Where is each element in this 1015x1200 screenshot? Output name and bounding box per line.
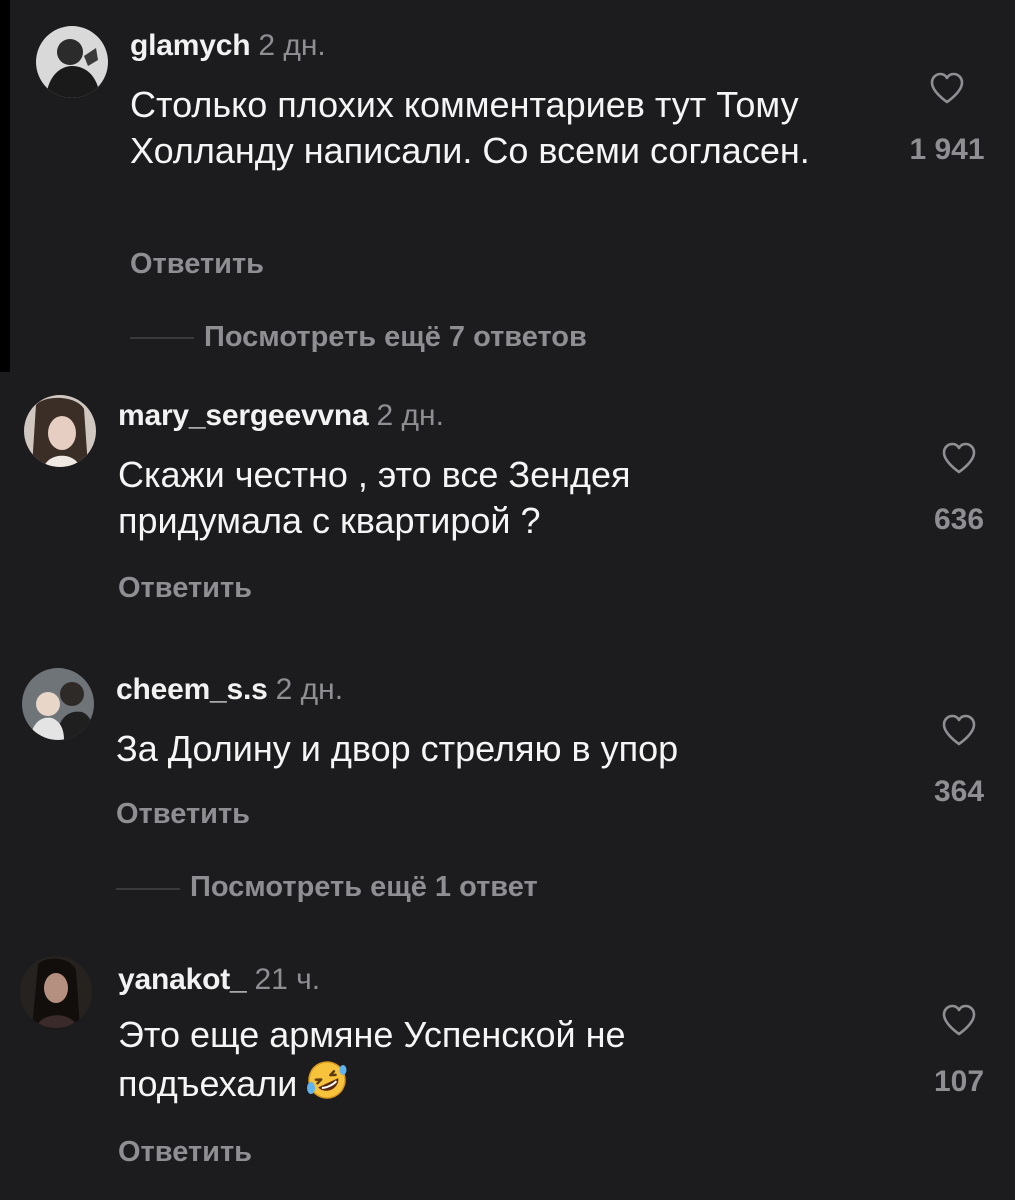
heart-outline-icon[interactable] <box>941 442 977 474</box>
like-count: 107 <box>933 1065 985 1098</box>
like-count: 1 941 <box>909 133 985 166</box>
like-control: 364 <box>914 714 1004 810</box>
heart-outline-icon[interactable] <box>929 72 965 104</box>
timestamp: 21 ч. <box>254 963 321 996</box>
comment-text: Скажи честно , это все Зендея придумала … <box>118 454 631 541</box>
username[interactable]: glamych <box>130 29 251 62</box>
reply-button[interactable]: Ответить <box>130 246 264 282</box>
username[interactable]: cheem_s.s <box>116 673 268 706</box>
like-count: 636 <box>933 503 985 536</box>
timestamp: 2 дн. <box>376 399 444 432</box>
view-more-replies-button[interactable]: Посмотреть ещё 7 ответов <box>204 319 587 355</box>
rolling-on-floor-laughing-emoji-icon <box>305 1058 349 1113</box>
comment-meta: mary_sergeevvna 2 дн. <box>118 398 444 434</box>
comments-screen: glamych 2 дн. Столько плохих комментариев… <box>0 0 1015 1200</box>
left-edge-shadow <box>0 0 10 372</box>
comment-text: Столько плохих комментариев тут Тому Хол… <box>130 84 810 171</box>
avatar[interactable] <box>36 26 108 98</box>
comment-meta: cheem_s.s 2 дн. <box>116 672 343 708</box>
like-control: 107 <box>914 1004 1004 1100</box>
reply-button[interactable]: Ответить <box>118 570 252 606</box>
like-control: 636 <box>914 442 1004 538</box>
heart-outline-icon[interactable] <box>941 1004 977 1036</box>
reply-button[interactable]: Ответить <box>118 1134 252 1170</box>
username[interactable]: mary_sergeevvna <box>118 399 369 432</box>
timestamp: 2 дн. <box>258 29 326 62</box>
timestamp: 2 дн. <box>275 673 344 706</box>
comment-meta: glamych 2 дн. <box>130 28 326 64</box>
avatar[interactable] <box>20 956 92 1028</box>
heart-outline-icon[interactable] <box>941 714 977 746</box>
comment-text: Это еще армяне Успенской не подъехали <box>118 1012 768 1113</box>
comment-text: За Долину и двор стреляю в упор <box>116 728 679 769</box>
view-more-replies-button[interactable]: Посмотреть ещё 1 ответ <box>190 869 538 905</box>
divider-line <box>130 337 194 339</box>
username[interactable]: yanakot_ <box>118 963 247 996</box>
divider-line <box>116 888 180 890</box>
like-count: 364 <box>933 775 985 808</box>
avatar[interactable] <box>24 395 96 467</box>
like-control: 1 941 <box>902 72 992 168</box>
comment-meta: yanakot_ 21 ч. <box>118 962 320 998</box>
reply-button[interactable]: Ответить <box>116 796 250 832</box>
avatar[interactable] <box>22 668 94 740</box>
comment-text-body: Это еще армяне Успенской не подъехали <box>118 1014 626 1104</box>
